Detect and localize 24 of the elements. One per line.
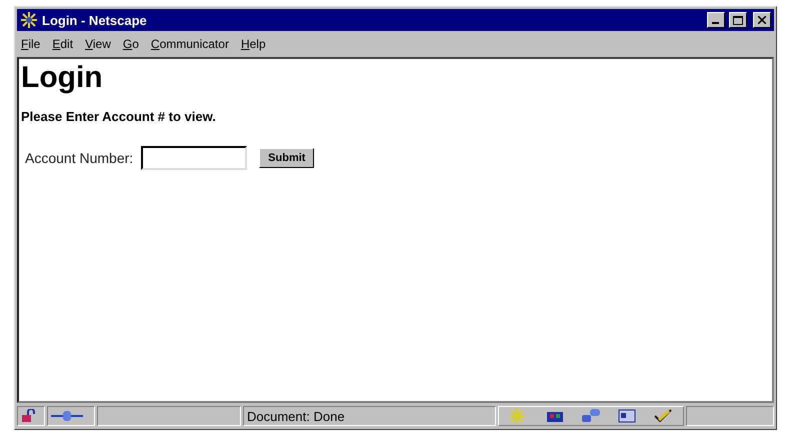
maximize-icon — [733, 16, 743, 24]
menu-item[interactable]: Help — [240, 37, 266, 51]
chat-bubbles-icon[interactable] — [581, 408, 601, 424]
window-title: Login - Netscape — [42, 12, 148, 28]
menu-item[interactable]: Go — [122, 37, 139, 51]
pen-check-icon[interactable] — [653, 408, 673, 424]
close-button[interactable] — [753, 12, 771, 28]
menu-item[interactable]: Communicator — [150, 37, 229, 51]
field-label: Account Number: — [25, 150, 134, 166]
address-card-icon[interactable] — [617, 408, 637, 424]
page-heading: Login — [21, 61, 104, 95]
maximize-button[interactable] — [729, 12, 747, 28]
close-icon — [758, 16, 766, 24]
menu-item[interactable]: View — [85, 37, 111, 51]
menu-item[interactable]: Edit — [52, 37, 74, 51]
instruction-text: Please Enter Account # to view. — [21, 109, 217, 124]
app-logo-icon — [20, 11, 38, 29]
connection-icon[interactable] — [51, 410, 83, 422]
submit-button[interactable]: Submit — [259, 148, 314, 168]
padlock-icon[interactable] — [21, 409, 35, 423]
minimize-button[interactable] — [707, 12, 725, 28]
status-text: Document: Done — [247, 408, 345, 424]
account-number-field[interactable] — [141, 146, 248, 170]
menu-item[interactable]: File — [21, 37, 40, 51]
